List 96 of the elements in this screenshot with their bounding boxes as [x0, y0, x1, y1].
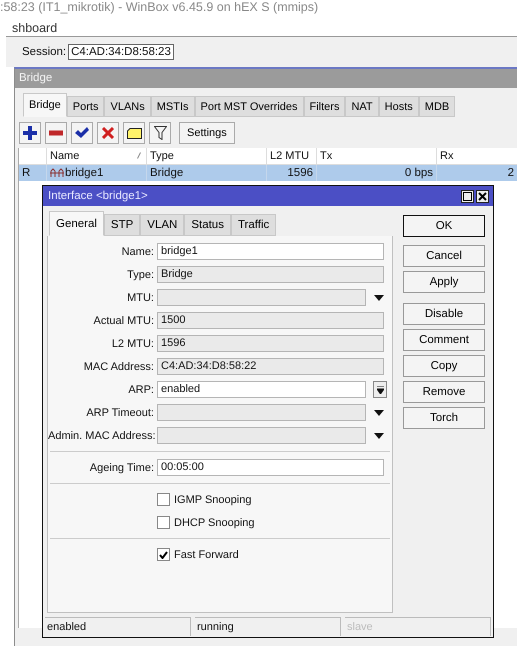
input-field[interactable]: 00:05:00 [157, 459, 384, 476]
add-button[interactable] [19, 122, 41, 144]
square-icon [463, 192, 472, 200]
tab[interactable]: Port MST Overrides [194, 96, 304, 117]
column-header[interactable]: Rx [437, 148, 517, 164]
bridge-icon [50, 168, 64, 178]
sort-icon [137, 152, 141, 159]
readonly-field: C4:AD:34:D8:58:22 [157, 358, 384, 375]
field-label: L2 MTU: [110, 338, 154, 350]
readonly-field: Bridge [157, 266, 384, 283]
column-header[interactable]: Name [47, 148, 147, 164]
table-cell-text: Bridge [150, 166, 184, 181]
dialog-button[interactable]: Cancel [403, 245, 485, 267]
field-label: MTU: [126, 292, 154, 304]
input-field[interactable]: bridge1 [157, 243, 384, 260]
dialog-button[interactable]: Copy [403, 355, 485, 377]
readonly-field: 1596 [157, 335, 384, 352]
window-title: :58:23 (IT1_mikrotik) - WinBox v6.45.9 on hEX S (mmips) [0, 0, 320, 16]
tab[interactable]: Hosts [378, 96, 419, 117]
dialog-title: Interface <bridge1> [48, 190, 149, 202]
disable-button[interactable] [97, 122, 119, 144]
plus-icon [23, 126, 37, 140]
status-cell: enabled [45, 617, 191, 636]
field-label: Actual MTU: [92, 314, 154, 326]
close-button[interactable] [476, 190, 489, 202]
table-cell-text: 2 [508, 166, 514, 181]
checkbox[interactable] [157, 493, 170, 506]
column-header[interactable]: Type [147, 148, 267, 164]
column-header[interactable]: L2 MTU [267, 148, 317, 164]
tab[interactable]: Bridge [23, 93, 67, 117]
column-header-label: Rx [440, 150, 454, 162]
readonly-field: 1500 [157, 312, 384, 329]
tab[interactable]: Filters [304, 96, 346, 117]
column-header-label: Type [150, 150, 174, 162]
tab[interactable]: VLANs [104, 96, 151, 117]
settings-button[interactable]: Settings [179, 122, 235, 144]
checkbox[interactable] [157, 516, 170, 529]
field-label: Type: [126, 268, 154, 280]
column-header-label: Name [50, 150, 80, 162]
tab[interactable]: Status [184, 214, 231, 236]
table-cell-text: R [22, 166, 30, 181]
enable-button[interactable] [71, 122, 93, 144]
tab[interactable]: Traffic [230, 214, 276, 236]
funnel-icon [154, 126, 166, 140]
maximize-button[interactable] [461, 190, 474, 202]
field-label: MAC Address: [82, 360, 154, 372]
field-label: Ageing Time: [88, 462, 154, 474]
field-label: Admin. MAC Address: [48, 430, 154, 442]
remove-button[interactable] [45, 122, 67, 144]
cross-icon [102, 127, 114, 139]
column-header-label: L2 MTU [270, 150, 310, 162]
combo-field[interactable]: enabled [157, 381, 366, 398]
column-header[interactable]: Tx [317, 148, 437, 164]
table-cell-text: 0 bps [404, 166, 433, 181]
bridge-window-title: Bridge [15, 69, 517, 88]
field-label: ARP Timeout: [85, 406, 154, 418]
dropdown-field[interactable] [157, 289, 366, 306]
status-cell: running [195, 617, 341, 636]
tab[interactable]: NAT [345, 96, 379, 117]
table-cell-text: 1596 [287, 166, 313, 181]
checkbox-label: DHCP Snooping [174, 516, 255, 528]
dropdown-arrow-icon[interactable] [374, 432, 384, 438]
table-row[interactable]: R bridge1 Bridge 1596 0 bps 2 [19, 165, 517, 181]
tab[interactable]: MDB [418, 96, 456, 117]
tab[interactable]: General [49, 211, 104, 236]
dialog-button[interactable]: Remove [403, 381, 485, 403]
tab[interactable]: VLAN [140, 214, 184, 236]
filter-button[interactable] [149, 122, 171, 144]
dropdown-arrow-icon[interactable] [374, 294, 384, 300]
column-header-label: Tx [320, 150, 332, 162]
tab[interactable]: MSTIs [150, 96, 195, 117]
session-label: Session: [22, 46, 66, 58]
dialog-button[interactable]: Torch [403, 407, 485, 429]
tab[interactable]: Ports [66, 96, 104, 117]
dialog-button[interactable]: Disable [403, 303, 485, 325]
close-icon [478, 192, 487, 200]
checkbox-label: IGMP Snooping [174, 494, 252, 506]
field-label: Name: [120, 246, 154, 258]
table-cell-text: bridge1 [65, 166, 104, 181]
checkbox-label: Fast Forward [174, 548, 239, 560]
dropdown-field[interactable] [157, 427, 366, 444]
session-field[interactable]: C4:AD:34:D8:58:23 [68, 44, 174, 60]
checkmark-icon [75, 127, 89, 139]
dialog-button[interactable]: OK [403, 215, 485, 237]
dialog-button[interactable]: Comment [403, 329, 485, 351]
dropdown-arrow-icon[interactable] [374, 410, 384, 416]
comment-button[interactable] [123, 122, 145, 144]
dropdown-field[interactable] [157, 404, 366, 421]
dialog-button[interactable]: Apply [403, 271, 485, 293]
tab[interactable]: STP [104, 214, 140, 236]
minus-icon [49, 130, 63, 136]
note-icon [126, 128, 142, 138]
dropdown-arrow-icon [376, 386, 384, 394]
checkbox[interactable] [157, 548, 170, 561]
dropdown-button[interactable] [373, 381, 387, 398]
field-label: ARP: [127, 384, 154, 396]
